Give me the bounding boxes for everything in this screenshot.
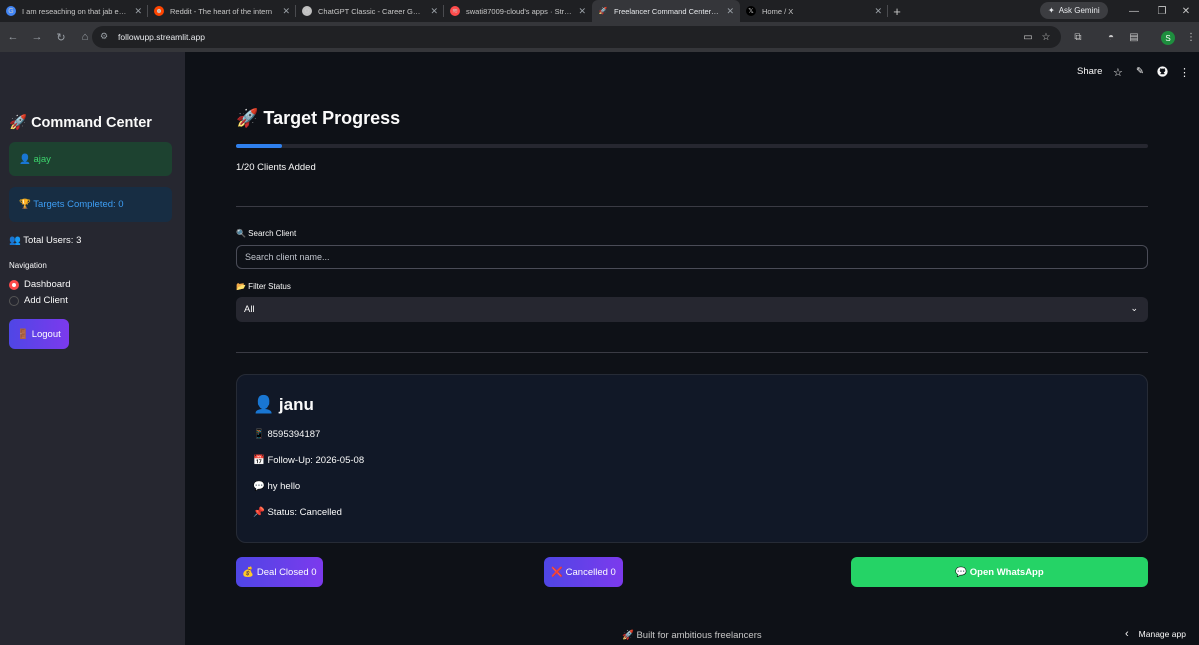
sidepanel-icon[interactable]: ▤ (1123, 26, 1145, 48)
search-label: 🔍 Search Client (236, 229, 297, 238)
navigation-label: Navigation (9, 261, 47, 270)
tab-close-icon[interactable]: ✕ (726, 6, 734, 17)
tab-favicon-icon: G (6, 6, 16, 16)
divider (236, 352, 1148, 353)
new-tab-icon[interactable]: + (888, 4, 906, 19)
tab-close-icon[interactable]: ✕ (134, 6, 142, 17)
edit-pencil-icon[interactable]: ✎ (1136, 66, 1144, 77)
browser-tab[interactable]: G I am reseaching on that jab ek p ✕ (0, 0, 148, 22)
logout-button[interactable]: 🚪 Logout (9, 319, 69, 349)
sidebar: 🚀 Command Center 👤 ajay 🏆 Targets Comple… (0, 52, 185, 645)
tab-close-icon[interactable]: ✕ (282, 6, 290, 17)
tab-title: swati87009-cloud's apps · Strea (466, 6, 573, 16)
tab-title: Reddit - The heart of the intern (170, 6, 273, 16)
nav-option-label: Dashboard (24, 279, 71, 290)
client-status: 📌 Status: Cancelled (253, 507, 342, 518)
search-input[interactable] (236, 245, 1148, 269)
more-menu-icon[interactable]: ⋮ (1179, 66, 1190, 79)
site-info-icon[interactable]: ⚙ (100, 31, 108, 42)
profile-avatar[interactable]: S (1161, 31, 1175, 45)
browser-tab[interactable]: ✿ ChatGPT Classic - Career Guida ✕ (296, 0, 444, 22)
github-icon[interactable] (1157, 66, 1168, 77)
tab-close-icon[interactable]: ✕ (430, 6, 438, 17)
tab-favicon-icon: ≋ (450, 6, 460, 16)
extensions-icon[interactable]: ⧉ (1067, 26, 1089, 48)
browser-tab[interactable]: 𝕏 Home / X ✕ (740, 0, 888, 22)
chevron-down-icon: ⌄ (1130, 303, 1138, 313)
footer-text: 🚀 Built for ambitious freelancers (622, 630, 762, 641)
nav-radio-dashboard[interactable]: Dashboard (9, 279, 70, 290)
radio-unselected-icon[interactable] (9, 295, 19, 306)
url-text: followupp.streamlit.app (118, 32, 205, 42)
manage-app-label: Manage app (1138, 629, 1186, 639)
total-users-text: 👥 Total Users: 3 (9, 235, 82, 246)
cancelled-button[interactable]: ❌ Cancelled 0 (544, 557, 623, 587)
reload-icon[interactable]: ↻ (50, 26, 72, 48)
tab-favicon-icon: 🚀 (598, 6, 608, 16)
client-name: 👤 janu (253, 395, 314, 414)
sparkle-icon: ✦ (1048, 6, 1055, 15)
tab-favicon-icon: 𝕏 (746, 6, 756, 16)
star-icon[interactable]: ☆ (1113, 66, 1123, 79)
browser-tab[interactable]: ≋ swati87009-cloud's apps · Strea ✕ (444, 0, 592, 22)
client-note: 💬 hy hello (253, 481, 301, 492)
target-progress-bar (236, 144, 1148, 148)
browser-tab-bar: G I am reseaching on that jab ek p ✕ ☻ Reddi… (0, 0, 1199, 22)
forward-icon[interactable]: → (26, 26, 48, 48)
address-bar[interactable]: ⚙ followupp.streamlit.app (92, 26, 1061, 48)
tab-favicon-icon: ☻ (154, 6, 164, 16)
deal-closed-button[interactable]: 💰 Deal Closed 0 (236, 557, 323, 587)
menu-icon[interactable]: ⋮ (1180, 26, 1199, 48)
tab-close-icon[interactable]: ✕ (874, 6, 882, 17)
main-content: Share ☆ ✎ ⋮ 🚀 Target Progress 1/20 Clien… (185, 52, 1199, 645)
sidebar-title: 🚀 Command Center (9, 115, 152, 131)
nav-option-label: Add Client (24, 295, 68, 306)
client-phone: 📱 8595394187 (253, 429, 321, 440)
incognito-icon[interactable]: ◓ (1100, 26, 1122, 48)
user-success-box: 👤 ajay (9, 142, 172, 176)
tab-title: Home / X (762, 6, 794, 16)
page-title: 🚀 Target Progress (236, 108, 401, 128)
browser-tab[interactable]: ☻ Reddit - The heart of the intern ✕ (148, 0, 296, 22)
client-followup-date: 📅 Follow-Up: 2026-05-08 (253, 455, 365, 466)
targets-info-box: 🏆 Targets Completed: 0 (9, 187, 172, 222)
ask-gemini-button[interactable]: ✦ Ask Gemini (1040, 2, 1108, 19)
tab-favicon-icon: ✿ (302, 6, 312, 16)
filter-selected-value: All (244, 304, 255, 315)
nav-radio-add-client[interactable]: Add Client (9, 295, 68, 306)
back-icon[interactable]: ← (2, 26, 24, 48)
tab-title: Freelancer Command Center - S (614, 6, 721, 16)
tab-title: ChatGPT Classic - Career Guida (318, 6, 425, 16)
share-button[interactable]: Share (1077, 66, 1102, 77)
tab-close-icon[interactable]: ✕ (578, 6, 586, 17)
filter-label: 📂 Filter Status (236, 282, 291, 291)
progress-fill (236, 144, 282, 148)
chevron-left-icon: ‹ (1125, 628, 1129, 640)
tab-title: I am reseaching on that jab ek p (22, 6, 129, 16)
ask-gemini-label: Ask Gemini (1058, 6, 1100, 15)
client-card: 👤 janu 📱 8595394187 📅 Follow-Up: 2026-05… (236, 374, 1148, 543)
browser-tab[interactable]: 🚀 Freelancer Command Center - S ✕ (592, 0, 740, 22)
manage-app-button[interactable]: ‹ Manage app (1125, 628, 1186, 640)
progress-label: 1/20 Clients Added (236, 162, 316, 173)
bookmark-star-icon[interactable]: ☆ (1035, 26, 1057, 48)
close-window-icon[interactable]: ✕ (1170, 0, 1199, 22)
filter-status-select[interactable]: All ⌄ (236, 297, 1148, 322)
radio-selected-icon[interactable] (9, 279, 19, 290)
divider (236, 206, 1148, 207)
open-whatsapp-button[interactable]: 💬 Open WhatsApp (851, 557, 1148, 587)
